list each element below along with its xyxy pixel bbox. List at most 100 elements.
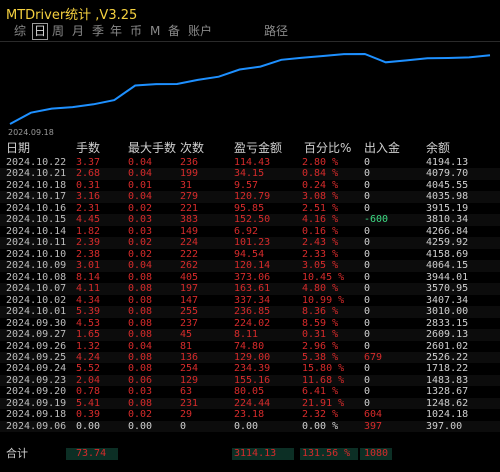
cell-count: 262 [180,260,199,272]
header-pct[interactable]: 百分比% [304,140,351,157]
cell-profit: 80.05 [234,386,265,398]
table-row[interactable]: 2024.09.25 4.24 0.08 136 129.00 5.38 % 679 2526… [0,351,500,364]
cell-balance: 1483.83 [426,374,469,386]
cell-date: 2024.10.16 [6,202,67,214]
tab-9[interactable]: 账户 [188,24,212,39]
table-row[interactable]: 2024.10.16 2.31 0.02 221 95.85 2.51 % 0 3915.19 [0,203,500,214]
table-row[interactable]: 2024.10.21 2.68 0.04 199 34.15 0.84 % 0 4079.70 [0,168,500,180]
table-row[interactable]: 2024.09.30 4.53 0.08 237 224.02 8.59 % 0 2833.1… [0,318,500,329]
cell-profit: 74.80 [234,340,265,352]
tab-3[interactable]: 月 [72,24,84,39]
cell-count: 63 [180,386,193,398]
header-count[interactable]: 次数 [180,140,204,157]
tab-10[interactable]: 路径 [264,24,288,39]
cell-count: 136 [180,351,199,363]
cell-profit: 8.11 [234,329,259,341]
cell-profit: 9.57 [234,179,259,191]
tab-0[interactable]: 综 [14,24,26,39]
cell-lots: 1.32 [76,340,101,352]
table-row[interactable]: 2024.10.22 3.37 0.04 236 114.43 2.80 % 0 4194.1… [0,157,500,168]
cell-pct: 10.45 % [302,271,345,283]
tab-5[interactable]: 年 [110,24,122,39]
cell-pct: 11.68 % [302,374,345,386]
table-row[interactable]: 2024.10.08 8.14 0.08 405 373.06 10.45 % 0 3944.… [0,272,500,283]
table-row[interactable]: 2024.10.18 0.31 0.01 31 9.57 0.24 % 0 4045.55 [0,180,500,191]
cell-pct: 3.05 % [302,260,339,272]
cell-date: 2024.10.02 [6,294,67,306]
table-row[interactable]: 2024.10.10 2.38 0.02 222 94.54 2.33 % 0 4158.69 [0,249,500,260]
tab-1[interactable]: 日 [32,23,49,40]
cell-lots: 1.65 [76,329,101,341]
cell-pct: 0.84 % [302,168,339,180]
cell-lots: 0.31 [76,179,101,191]
table-row[interactable]: 2024.10.07 4.11 0.08 197 163.61 4.80 % 0 3570.9… [0,283,500,295]
tab-2[interactable]: 周 [52,24,64,39]
cell-date: 2024.09.26 [6,340,67,352]
table-row[interactable]: 2024.10.02 4.34 0.08 147 337.34 10.99 % 0 3407.… [0,295,500,306]
cell-balance: 4266.84 [426,225,469,237]
cell-pct: 10.99 % [302,294,345,306]
cell-date: 2024.10.18 [6,179,67,191]
cell-balance: 1024.18 [426,409,469,421]
cell-count: 254 [180,363,199,375]
header-maxlots[interactable]: 最大手数 [128,140,176,157]
table-row[interactable]: 2024.10.14 1.82 0.03 149 6.92 0.16 % 0 4266.84 [0,226,500,237]
cell-maxlots: 0.02 [128,237,153,249]
table-row[interactable]: 2024.09.06 0.00 0.00 0 0.00 0.00 % 397 397.00 [0,420,500,433]
cell-maxlots: 0.08 [128,351,153,363]
cell-date: 2024.09.06 [6,420,67,432]
table-row[interactable]: 2024.09.24 5.52 0.08 254 234.39 15.80 % 0 1718.… [0,363,500,374]
table-row[interactable]: 2024.09.27 1.65 0.08 45 8.11 0.31 % 0 2609.13 [0,329,500,341]
cell-maxlots: 0.02 [128,202,153,214]
table-row[interactable]: 2024.10.01 5.39 0.08 255 236.85 8.36 % 0 3010.0… [0,306,500,318]
table-row[interactable]: 2024.10.09 3.01 0.04 262 120.14 3.05 % 0 4064.1… [0,260,500,272]
cell-balance: 2609.13 [426,329,469,341]
cell-profit: 95.85 [234,202,265,214]
cell-count: 221 [180,202,199,214]
tab-7[interactable]: M [150,24,160,39]
cell-count: 147 [180,294,199,306]
cell-count: 236 [180,157,199,168]
cell-balance: 4064.15 [426,260,469,272]
cell-count: 237 [180,317,199,329]
table-row[interactable]: 2024.10.17 3.16 0.04 279 120.79 3.08 % 0 4035.9… [0,191,500,203]
table-row[interactable]: 2024.09.18 0.39 0.02 29 23.18 2.32 % 604 1024.1… [0,409,500,420]
tab-8[interactable]: 备 [168,24,180,39]
cell-date: 2024.10.14 [6,225,67,237]
cell-inout: -600 [364,214,389,226]
header-balance[interactable]: 余额 [426,140,450,157]
cell-pct: 6.41 % [302,386,339,398]
header-lots[interactable]: 手数 [76,140,100,157]
cell-count: 149 [180,225,199,237]
table-row[interactable]: 2024.09.26 1.32 0.04 81 74.80 2.96 % 0 2601.02 [0,341,500,352]
cell-date: 2024.09.24 [6,363,67,375]
cell-pct: 0.00 % [302,420,339,432]
cell-count: 279 [180,191,199,203]
title-bar: MTDriver统计 ,V3.25 [0,0,500,23]
cell-balance: 2601.02 [426,340,469,352]
table-row[interactable]: 2024.10.11 2.39 0.02 224 101.23 2.43 % 0 4259.9… [0,237,500,249]
table-row[interactable]: 2024.09.19 5.41 0.08 231 224.44 21.91 % 0 1248.… [0,397,500,410]
cell-maxlots: 0.04 [128,168,153,180]
cell-count: 31 [180,179,193,191]
table-row[interactable]: 2024.10.15 4.45 0.03 383 152.50 4.16 % -600 381… [0,214,500,226]
cell-count: 199 [180,168,199,180]
cell-date: 2024.10.22 [6,157,67,168]
cell-inout: 679 [364,351,383,363]
total-profit: 3114.13 [234,448,277,459]
cell-inout: 0 [364,248,371,260]
cell-lots: 3.01 [76,260,101,272]
tab-4[interactable]: 季 [92,24,104,39]
cell-lots: 8.14 [76,271,101,283]
cell-lots: 0.00 [76,420,101,432]
cell-balance: 3407.34 [426,294,469,306]
cell-date: 2024.10.21 [6,168,67,180]
table-row[interactable]: 2024.09.23 2.04 0.06 129 155.16 11.68 % 0 1483.… [0,374,500,387]
header-inout[interactable]: 出入金 [364,140,400,157]
table-row[interactable]: 2024.09.20 0.78 0.03 63 80.05 6.41 % 0 1328.67 [0,386,500,397]
cell-maxlots: 0.08 [128,271,153,283]
header-date[interactable]: 日期 [6,140,30,157]
cell-profit: 236.85 [234,306,271,318]
tab-6[interactable]: 币 [130,24,142,39]
header-profit[interactable]: 盈亏金额 [234,140,282,157]
